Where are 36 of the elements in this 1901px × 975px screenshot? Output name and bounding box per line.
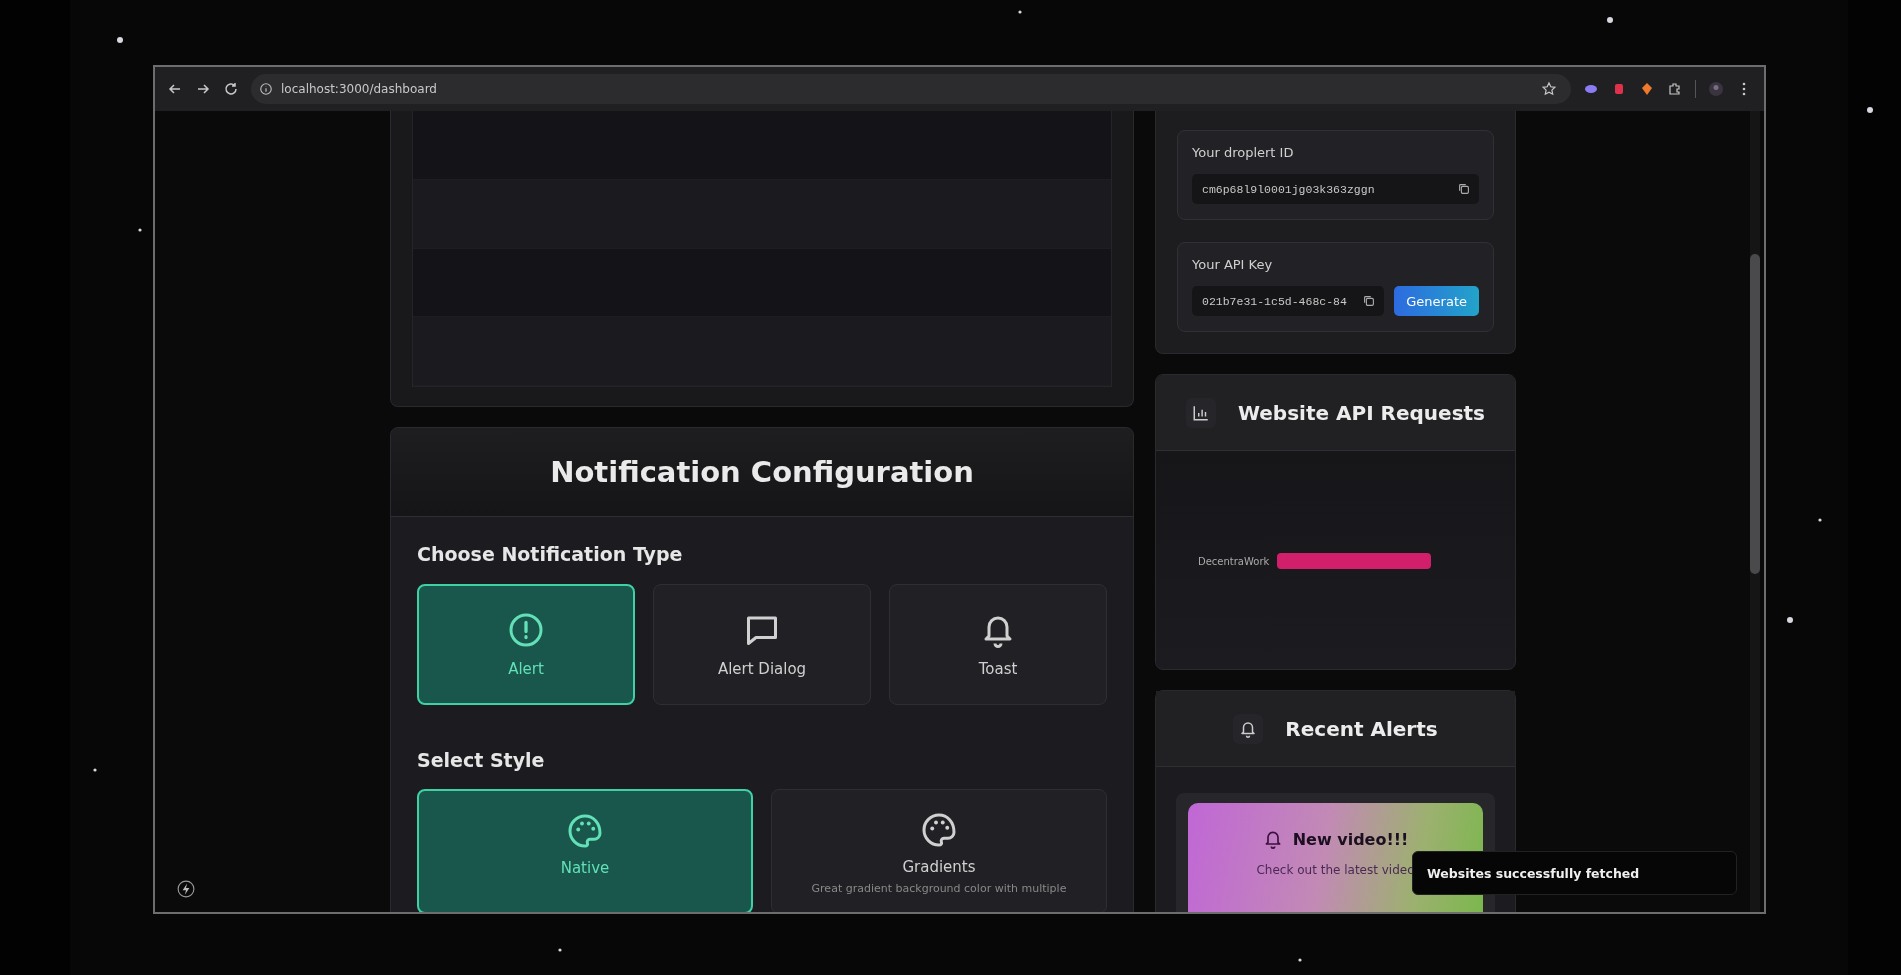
palette-icon — [921, 812, 957, 848]
card-title: Recent Alerts — [1285, 716, 1438, 741]
section-heading: Select Style — [417, 749, 546, 771]
key-field[interactable]: cm6p68l9l0001jg03k363zggn — [1192, 174, 1479, 204]
lightning-icon[interactable] — [177, 880, 195, 898]
card-title: Website API Requests — [1237, 400, 1486, 425]
palette-icon — [567, 813, 603, 849]
reload-icon[interactable] — [223, 81, 239, 97]
chart-label: DecentraWork — [1198, 555, 1270, 567]
style-option[interactable]: Native — [417, 789, 753, 912]
scrollbar[interactable] — [1750, 111, 1760, 912]
copy-icon[interactable] — [1457, 182, 1471, 196]
copy-icon[interactable] — [1362, 294, 1377, 308]
section-heading: Choose Notification Type — [417, 543, 684, 565]
bell-icon — [1239, 719, 1258, 738]
style-option[interactable]: Gradients Great gradient background color with multiple — [771, 789, 1107, 912]
exclamation-circle-icon — [508, 611, 544, 648]
star-icon[interactable] — [1541, 81, 1557, 97]
scrollbar-thumb[interactable] — [1750, 254, 1760, 574]
card-title: Notification Configuration — [550, 455, 974, 489]
notification-type-option[interactable]: Alert — [417, 584, 635, 705]
avatar-icon[interactable] — [1708, 81, 1724, 97]
extension-icon[interactable] — [1639, 81, 1655, 97]
notification-type-option[interactable]: Toast — [889, 584, 1107, 705]
field-label: Your API Key — [1192, 257, 1274, 272]
toast-message: Websites successfully fetched — [1412, 851, 1737, 895]
address-bar[interactable]: localhost:3000/dashboard — [251, 74, 1571, 104]
alert-title: New video!!! — [1292, 829, 1409, 849]
notification-type-option[interactable]: Alert Dialog — [653, 584, 871, 705]
field-label: Your droplert ID — [1192, 145, 1295, 160]
key-field[interactable]: 021b7e31-1c5d-468c-84 — [1192, 286, 1385, 316]
url-text: localhost:3000/dashboard — [281, 82, 437, 96]
puzzle-icon[interactable] — [1667, 81, 1683, 97]
bar-chart-icon — [1191, 403, 1210, 422]
info-icon[interactable] — [259, 82, 273, 96]
generate-button[interactable]: Generate — [1394, 286, 1479, 316]
